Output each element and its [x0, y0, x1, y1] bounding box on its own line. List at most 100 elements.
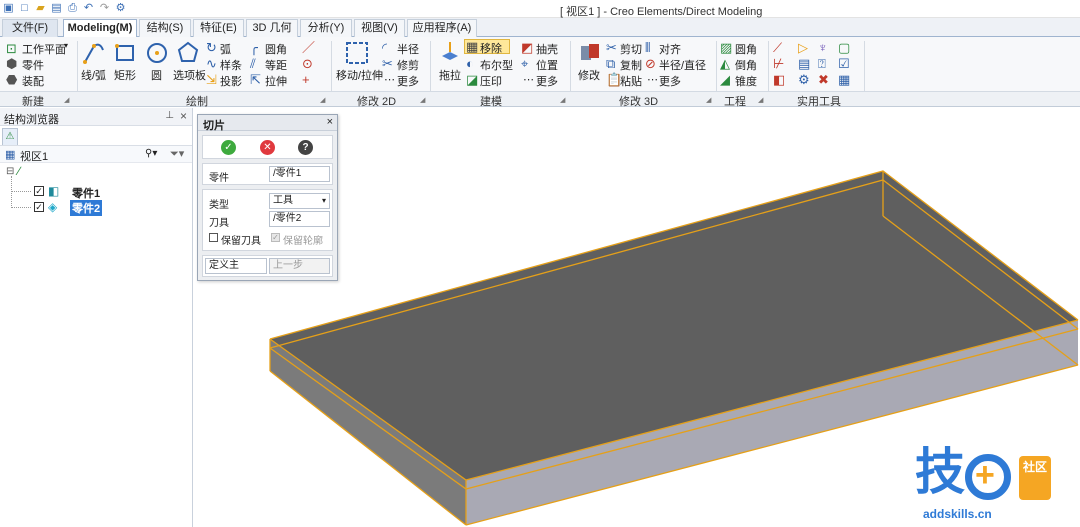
group-modify2d-launcher[interactable]: ◢: [420, 96, 425, 104]
tab-applications[interactable]: 应用程序(A): [407, 19, 477, 37]
modify-button[interactable]: 修改: [578, 67, 600, 83]
frame-icon[interactable]: ▢: [838, 41, 850, 55]
circle-button[interactable]: 圆: [151, 67, 162, 83]
workplane-dropdown-icon[interactable]: ▾: [64, 41, 68, 50]
shell-button[interactable]: 抽壳: [536, 41, 558, 57]
group-model-launcher[interactable]: ◢: [560, 96, 565, 104]
tab-analysis[interactable]: 分析(Y): [300, 19, 352, 37]
tool-field[interactable]: /零件2: [269, 211, 330, 227]
fillet-3d-button[interactable]: 圆角: [735, 41, 757, 57]
browser-close-icon[interactable]: ×: [180, 109, 187, 123]
clip-icon[interactable]: ◧: [773, 73, 785, 87]
redo-icon[interactable]: ↷: [98, 2, 111, 15]
fillet-2d-icon: ╭: [250, 40, 258, 55]
copy-button[interactable]: 复制: [620, 57, 642, 73]
workplane-button[interactable]: 工作平面: [22, 41, 66, 57]
browser-tab-structure[interactable]: ⚠: [2, 128, 18, 145]
line-icon[interactable]: ／: [302, 41, 315, 55]
sphere-icon[interactable]: ⚙: [798, 73, 810, 87]
tab-structure[interactable]: 结构(S): [139, 19, 191, 37]
define-main-button[interactable]: 定义主: [205, 258, 267, 274]
dimension-icon[interactable]: ⊬: [773, 57, 784, 71]
imprint-button[interactable]: 压印: [480, 73, 502, 89]
part1-checkbox[interactable]: ✓: [34, 186, 44, 196]
more-model-button[interactable]: 更多: [536, 73, 558, 89]
tab-file[interactable]: 文件(F): [2, 19, 58, 37]
group-engineering-launcher[interactable]: ◢: [758, 96, 763, 104]
help-icon[interactable]: ?: [298, 140, 313, 155]
palette-button[interactable]: 选项板: [173, 67, 206, 83]
measure-icon[interactable]: ⟋: [773, 41, 782, 55]
trim-button[interactable]: 修剪: [397, 57, 419, 73]
confirm-icon[interactable]: ✓: [221, 140, 236, 155]
align-button[interactable]: 对齐: [659, 41, 681, 57]
watermark-badge-text: 社区: [1022, 460, 1047, 474]
radius-button[interactable]: 半径: [397, 41, 419, 57]
workplane-icon: ⊡: [6, 41, 17, 56]
type-select[interactable]: 工具 ▾: [269, 193, 330, 209]
spline-button[interactable]: 样条: [220, 57, 242, 73]
part1-label[interactable]: 零件1: [72, 185, 100, 201]
pull-button[interactable]: 拖拉: [439, 67, 461, 83]
tab-view[interactable]: 视图(V): [354, 19, 405, 37]
project-button[interactable]: 投影: [220, 73, 242, 89]
assembly-button[interactable]: 装配: [22, 73, 44, 89]
more-3d-button[interactable]: 更多: [659, 73, 681, 89]
construct-icon[interactable]: +: [302, 73, 310, 87]
view-row[interactable]: ▦ 视区1 ⚲▾ ⏷▾: [0, 146, 192, 163]
print-icon[interactable]: ⎙: [66, 2, 79, 15]
rectangle-button[interactable]: 矩形: [114, 67, 136, 83]
cut-button[interactable]: 剪切: [620, 41, 642, 57]
taper-button[interactable]: 锥度: [735, 73, 757, 89]
calculator-icon[interactable]: ▦: [838, 73, 850, 87]
open-icon[interactable]: ▰: [34, 2, 47, 15]
view-icon-small: ▦: [5, 149, 16, 161]
tab-3d-geometry[interactable]: 3D 几何: [246, 19, 298, 37]
label-icon[interactable]: ▤: [798, 57, 810, 71]
taper-icon: ◢: [720, 72, 730, 87]
symbol-icon[interactable]: ♆: [818, 41, 828, 55]
boolean-button[interactable]: 布尔型: [480, 57, 513, 73]
tab-feature[interactable]: 特征(E): [193, 19, 244, 37]
paste-button[interactable]: 粘贴: [620, 73, 642, 89]
keep-tool-checkbox[interactable]: [209, 233, 218, 242]
part-field[interactable]: /零件1: [269, 166, 330, 182]
arc-button[interactable]: 弧: [220, 41, 231, 57]
delete-icon[interactable]: ✖: [818, 73, 829, 87]
position-button[interactable]: 位置: [536, 57, 558, 73]
select-icon[interactable]: ▷: [798, 41, 808, 55]
filter-icon[interactable]: ⏷▾: [170, 147, 184, 161]
new-icon[interactable]: □: [18, 2, 31, 15]
group-new-label: 新建: [22, 96, 44, 108]
part-label: 零件: [209, 173, 229, 184]
save-icon[interactable]: ▤: [50, 2, 63, 15]
dialog-close-icon[interactable]: ×: [327, 116, 333, 128]
cancel-icon[interactable]: ✕: [260, 140, 275, 155]
binoculars-icon[interactable]: ⚲▾: [145, 148, 157, 159]
move-stretch-button[interactable]: 移动/拉伸: [336, 67, 383, 83]
group-new-launcher[interactable]: ◢: [64, 96, 69, 104]
check-icon[interactable]: ☑: [838, 57, 850, 71]
part2-label[interactable]: 零件2: [70, 200, 103, 216]
tab-modeling[interactable]: Modeling(M): [63, 19, 137, 38]
part2-checkbox[interactable]: ✓: [34, 202, 44, 212]
boolean-icon: ◐: [466, 56, 474, 71]
customize-icon[interactable]: ⚙: [114, 2, 127, 15]
query-icon[interactable]: ⍰: [818, 57, 826, 71]
offset-button[interactable]: 等距: [265, 57, 287, 73]
group-modify3d-launcher[interactable]: ◢: [706, 96, 711, 104]
move-button[interactable]: ▦ 移除: [464, 39, 510, 55]
group-draw-launcher[interactable]: ◢: [320, 96, 325, 104]
more-2d-button[interactable]: 更多: [397, 73, 419, 89]
chamfer-button[interactable]: 倒角: [735, 57, 757, 73]
prev-step-button: 上一步: [269, 258, 330, 274]
point-icon[interactable]: ⊙: [302, 57, 313, 71]
undo-icon[interactable]: ↶: [82, 2, 95, 15]
line-arc-button[interactable]: 线/弧: [81, 67, 106, 83]
view-icon[interactable]: ▣: [2, 2, 15, 15]
radius-diameter-button[interactable]: 半径/直径: [659, 57, 706, 73]
pin-icon[interactable]: ⊥: [165, 110, 174, 121]
stretch-button[interactable]: 拉伸: [265, 73, 287, 89]
part-button[interactable]: 零件: [22, 57, 44, 73]
fillet-2d-button[interactable]: 圆角: [265, 41, 287, 57]
